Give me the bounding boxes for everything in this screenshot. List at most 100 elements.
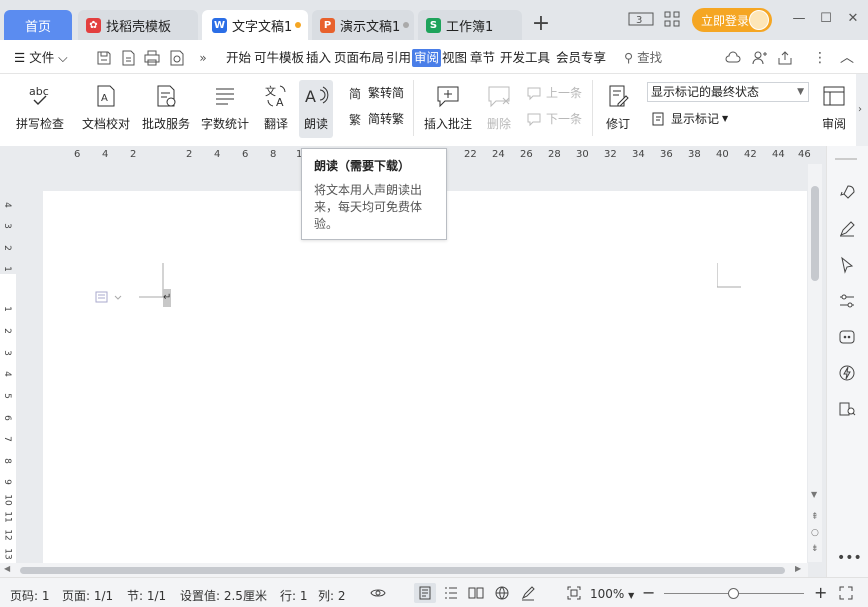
document-page[interactable]: ↵ xyxy=(43,191,807,563)
next-page-icon[interactable]: ⇟ xyxy=(811,544,819,554)
search-box[interactable]: ⚲ 查找 xyxy=(624,49,662,67)
chevron-down-icon: ▼ xyxy=(628,591,635,600)
fullscreen-icon[interactable] xyxy=(838,585,854,601)
delete-comment-button[interactable]: 删除 xyxy=(480,80,518,138)
web-view-icon[interactable] xyxy=(494,585,510,601)
scroll-right-icon[interactable]: ▶ xyxy=(795,564,801,573)
ruler-tick-label: 12 xyxy=(2,529,13,541)
more-chevrons-icon[interactable]: » xyxy=(194,49,212,67)
more-horizontal-icon[interactable]: ••• xyxy=(837,550,862,566)
share-user-icon[interactable] xyxy=(750,49,768,67)
vertical-scroll-thumb[interactable] xyxy=(811,186,819,281)
scroll-left-icon[interactable]: ◀ xyxy=(4,564,10,573)
menu-item-references[interactable]: 引用 xyxy=(386,49,411,67)
word-count-button[interactable]: 字数统计 xyxy=(198,80,252,138)
write-view-icon[interactable] xyxy=(520,585,536,601)
ribbon-separator xyxy=(592,80,593,136)
cloud-sync-icon[interactable] xyxy=(724,49,742,67)
simp-to-trad-button[interactable]: 繁 简转繁 xyxy=(348,110,404,127)
status-section[interactable]: 节: 1/1 xyxy=(127,587,166,604)
zoom-out-button[interactable]: − xyxy=(642,583,655,602)
reading-view-icon[interactable] xyxy=(468,585,484,601)
zoom-level[interactable]: 100% ▼ xyxy=(590,587,634,601)
zoom-slider-thumb[interactable] xyxy=(728,588,739,599)
select-cursor-icon[interactable] xyxy=(838,256,856,274)
ruler-tick-label: 38 xyxy=(688,149,701,160)
spell-check-button[interactable]: abc 拼写检查 xyxy=(8,80,72,138)
next-comment-button[interactable]: 下一条 xyxy=(526,110,582,127)
zoom-in-button[interactable]: + xyxy=(814,583,827,602)
menu-item-start[interactable]: 开始 xyxy=(226,49,251,67)
export-pdf-icon[interactable] xyxy=(119,49,137,67)
prev-page-icon[interactable]: ⇞ xyxy=(811,512,819,522)
menu-item-chapter[interactable]: 章节 xyxy=(470,49,495,67)
delete-comment-label: 删除 xyxy=(486,117,511,131)
maximize-icon[interactable]: ☐ xyxy=(817,10,835,28)
tab-document[interactable]: W 文字文稿1 xyxy=(202,10,308,40)
page-view-icon[interactable] xyxy=(417,585,433,601)
vertical-ruler[interactable]: 4 3 2 1 1 2 3 4 5 6 7 8 9 10 11 12 13 xyxy=(0,164,16,564)
review-pane-button[interactable]: 审阅 xyxy=(814,80,854,138)
select-browse-icon[interactable]: ○ xyxy=(811,528,819,538)
file-menu[interactable]: ☰ 文件 ⌵ xyxy=(14,49,68,67)
window-layout-icon[interactable]: 3 xyxy=(628,10,654,28)
read-aloud-button[interactable]: A 朗读 xyxy=(299,80,333,138)
apps-grid-icon[interactable] xyxy=(663,10,681,28)
print-icon[interactable] xyxy=(143,49,161,67)
eye-protection-icon[interactable] xyxy=(370,585,386,601)
scroll-down-icon[interactable]: ▼ xyxy=(811,490,817,499)
status-page[interactable]: 页码: 1 xyxy=(10,587,50,604)
trad-to-simp-button[interactable]: 简 繁转简 xyxy=(348,84,404,101)
book-search-icon[interactable] xyxy=(838,400,856,418)
track-changes-label: 修订 xyxy=(605,117,630,131)
login-button[interactable]: 立即登录 xyxy=(692,8,772,32)
new-tab-button[interactable]: + xyxy=(530,10,552,38)
collapse-ribbon-icon[interactable]: ︿ xyxy=(838,49,856,67)
lightning-icon[interactable] xyxy=(838,364,856,382)
menu-item-insert[interactable]: 插入 xyxy=(306,49,331,67)
paragraph-layout-icon[interactable] xyxy=(95,289,123,305)
print-preview-icon[interactable] xyxy=(168,49,186,67)
status-col[interactable]: 列: 2 xyxy=(318,587,346,604)
show-markup-button[interactable]: 显示标记 ▼ xyxy=(651,110,728,127)
share-icon[interactable] xyxy=(776,49,794,67)
tab-presentation[interactable]: P 演示文稿1 xyxy=(312,10,414,40)
prev-comment-button[interactable]: 上一条 xyxy=(526,84,582,101)
status-setting[interactable]: 设置值: 2.5厘米 xyxy=(180,587,267,604)
markup-state-select[interactable]: 显示标记的最终状态 ▼ xyxy=(647,82,809,102)
minimize-icon[interactable]: — xyxy=(790,10,808,28)
doc-proofread-button[interactable]: A 文档校对 xyxy=(78,80,134,138)
menu-item-review[interactable]: 审阅 xyxy=(412,49,442,67)
menu-item-layout[interactable]: 页面布局 xyxy=(334,49,384,67)
sliders-icon[interactable] xyxy=(838,292,856,310)
tab-workbook[interactable]: S 工作簿1 xyxy=(418,10,522,40)
search-label: 查找 xyxy=(637,50,663,65)
outline-view-icon[interactable] xyxy=(443,585,459,601)
menu-item-developer[interactable]: 开发工具 xyxy=(500,49,550,67)
chevron-right-icon: › xyxy=(858,104,862,115)
rocket-icon[interactable] xyxy=(838,184,856,202)
ribbon-scroll-right[interactable]: › xyxy=(856,74,868,146)
tab-home[interactable]: 首页 xyxy=(4,10,72,40)
ai-assistant-icon[interactable] xyxy=(838,328,856,346)
track-changes-button[interactable]: 修订 xyxy=(598,80,638,138)
ruler-tick-label: 8 xyxy=(270,149,277,160)
menu-item-view[interactable]: 视图 xyxy=(442,49,467,67)
close-icon[interactable]: ✕ xyxy=(844,10,862,28)
status-pages[interactable]: 页面: 1/1 xyxy=(62,587,113,604)
spell-check-icon: abc xyxy=(29,85,49,105)
horizontal-scroll-thumb[interactable] xyxy=(20,567,785,574)
save-icon[interactable] xyxy=(95,49,113,67)
translate-button[interactable]: 文A 翻译 xyxy=(256,80,296,138)
fit-page-icon[interactable] xyxy=(566,585,582,601)
insert-comment-button[interactable]: 插入批注 xyxy=(420,80,476,138)
status-row[interactable]: 行: 1 xyxy=(280,587,308,604)
menu-item-member[interactable]: 会员专享 xyxy=(556,49,606,67)
more-options-icon[interactable]: ⋮ xyxy=(811,49,829,67)
insert-comment-icon xyxy=(437,86,459,108)
ruler-tick-label: 4 xyxy=(1,202,12,208)
tab-docer-templates[interactable]: ✿ 找稻壳模板 xyxy=(78,10,198,40)
correction-service-button[interactable]: 批改服务 xyxy=(138,80,194,138)
menu-item-templates[interactable]: 可牛模板 xyxy=(254,49,304,67)
pen-edit-icon[interactable] xyxy=(838,220,856,238)
